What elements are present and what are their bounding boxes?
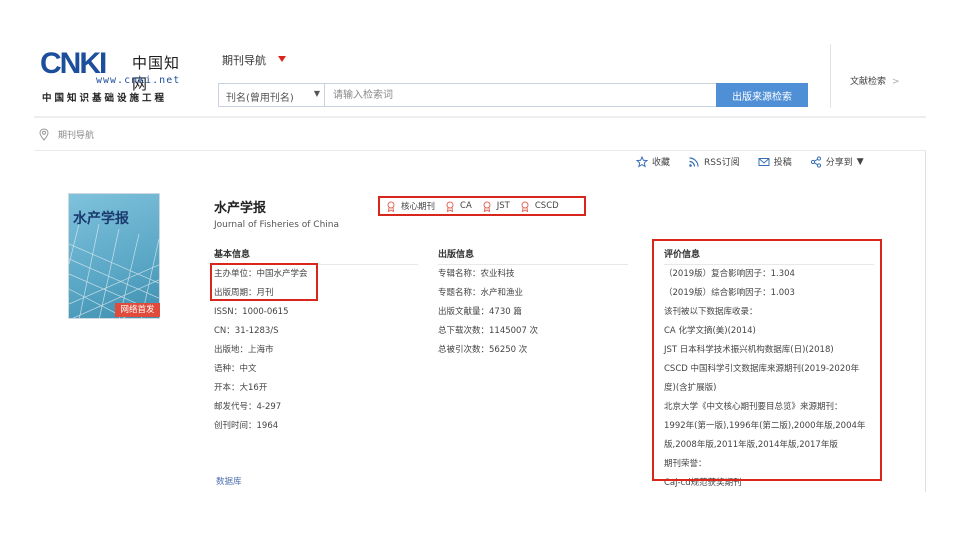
tag-label: CA (460, 201, 472, 211)
submit-button[interactable]: 投稿 (758, 155, 792, 168)
search-input[interactable] (329, 84, 714, 106)
award-icon (387, 201, 395, 212)
info-row: 邮发代号：4-297 (214, 402, 282, 412)
search-bar: 刊名(曾用刊名) ▼ 出版来源检索 (218, 83, 808, 107)
award-icon (521, 201, 529, 212)
tag-label: 核心期刊 (401, 202, 436, 212)
header-divider (830, 44, 831, 108)
breadcrumb: 期刊导航 (38, 128, 94, 141)
info-row: 出版地：上海市 (214, 345, 274, 355)
rss-button[interactable]: RSS订阅 (688, 155, 740, 168)
index-tags: 核心期刊 CA JST CSCD (378, 196, 586, 216)
share-button[interactable]: 分享到 ▼ (810, 155, 864, 168)
dropdown-arrow-icon: ▼ (313, 89, 320, 98)
info-row: 语种：中文 (214, 364, 257, 374)
info-row: 专题名称：水产和渔业 (438, 288, 524, 298)
cnki-logo[interactable]: CNKI 中国知网 www.cnki.net 中国知识基础设施工程 (40, 48, 190, 105)
tag-label: JST (496, 201, 510, 211)
breadcrumb-item[interactable]: 期刊导航 (58, 128, 94, 141)
info-row: 开本：大16开 (214, 383, 268, 393)
tag-jst: JST (482, 201, 510, 212)
source-search-button[interactable]: 出版来源检索 (716, 83, 808, 107)
rss-icon (689, 156, 699, 167)
info-row: 总被引次数：56250 次 (438, 345, 528, 355)
journal-nav-menu[interactable]: 期刊导航 (222, 52, 266, 68)
action-toolbar: 收藏 RSS订阅 投稿 分享到 ▼ (636, 155, 864, 168)
info-row: 专辑名称：农业科技 (438, 269, 515, 279)
location-pin-icon (39, 128, 49, 141)
journal-title: 水产学报 (214, 201, 267, 216)
publishing-info-heading: 出版信息 (438, 247, 628, 265)
info-row: CN：31-1283/S (214, 326, 279, 336)
caret-down-icon[interactable] (278, 56, 286, 62)
highlight-box-evaluation (652, 239, 882, 481)
favorite-button[interactable]: 收藏 (636, 155, 670, 168)
rss-label: RSS订阅 (704, 158, 740, 168)
tag-cscd: CSCD (520, 201, 559, 212)
tag-core-journal: 核心期刊 (386, 200, 435, 212)
share-label: 分享到 (825, 158, 853, 168)
journal-title-en: Journal of Fisheries of China (214, 220, 340, 230)
favorite-label: 收藏 (652, 158, 671, 168)
tag-ca: CA (445, 201, 472, 212)
search-field-value: 刊名(曾用刊名) (226, 93, 294, 104)
mail-icon (758, 157, 770, 166)
award-icon (446, 201, 454, 212)
header-rule (34, 116, 926, 118)
star-icon (636, 155, 648, 168)
doc-search-link[interactable]: 文献检索 > (850, 74, 900, 87)
logo-subtitle: 中国知识基础设施工程 (42, 93, 168, 104)
search-field-select[interactable]: 刊名(曾用刊名) ▼ (219, 84, 325, 106)
chevron-right-icon: > (892, 77, 900, 87)
award-icon (483, 201, 491, 212)
highlight-box-basic (210, 263, 318, 301)
publishing-info-list: 专辑名称：农业科技 专题名称：水产和渔业 出版文献量：4730 篇 总下载次数：… (438, 265, 538, 360)
doc-search-label: 文献检索 (850, 77, 887, 87)
journal-cover-image: 水产学报 (68, 193, 160, 319)
info-row: 总下载次数：1145007 次 (438, 326, 539, 336)
online-first-badge: 网络首发 (115, 303, 160, 317)
info-row: ISSN：1000-0615 (214, 307, 289, 317)
submit-label: 投稿 (773, 158, 792, 168)
info-row: 创刊时间：1964 (214, 421, 279, 431)
share-dropdown-icon: ▼ (856, 156, 864, 167)
info-row: 出版文献量：4730 篇 (438, 307, 522, 317)
logo-brand-cn: 中国知网 (132, 54, 181, 93)
database-link[interactable]: 数据库 (216, 475, 242, 487)
logo-url: www.cnki.net (96, 75, 181, 86)
share-icon (810, 155, 821, 168)
tag-label: CSCD (534, 201, 559, 211)
